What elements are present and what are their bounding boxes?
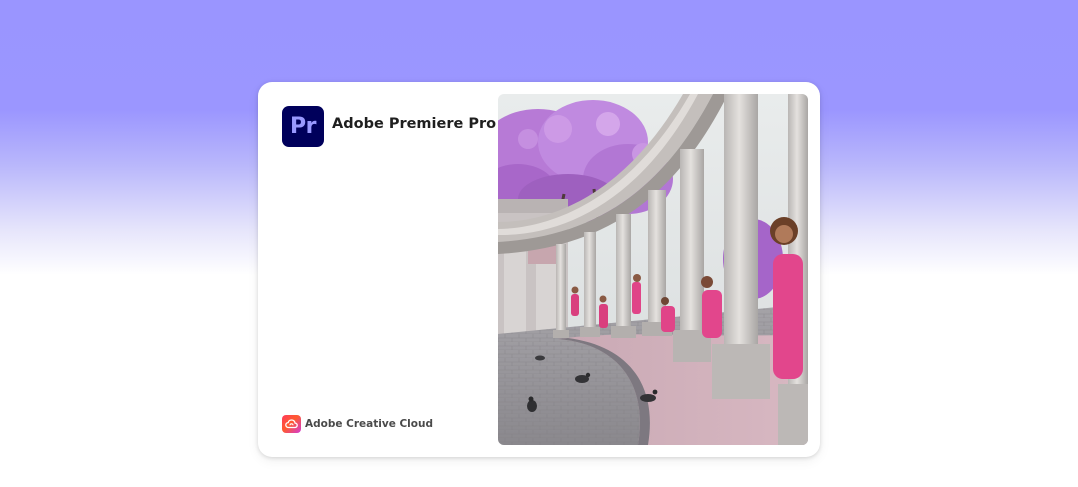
creative-cloud-icon	[282, 415, 301, 433]
premiere-pro-logo: Pr	[282, 106, 324, 147]
creative-cloud-label: Adobe Creative Cloud	[305, 418, 433, 430]
splash-info-pane: Pr Adobe Premiere Pro Adobe Creative Clo…	[258, 82, 498, 457]
creative-cloud-brand: Adobe Creative Cloud	[282, 415, 433, 433]
app-logo-text: Pr	[290, 114, 316, 139]
hero-image	[498, 94, 808, 445]
splash-screen: Pr Adobe Premiere Pro Adobe Creative Clo…	[258, 82, 820, 457]
splash-background: { "app": { "logo_text": "Pr", "name": "A…	[0, 0, 1078, 487]
app-name: Adobe Premiere Pro	[332, 116, 497, 132]
